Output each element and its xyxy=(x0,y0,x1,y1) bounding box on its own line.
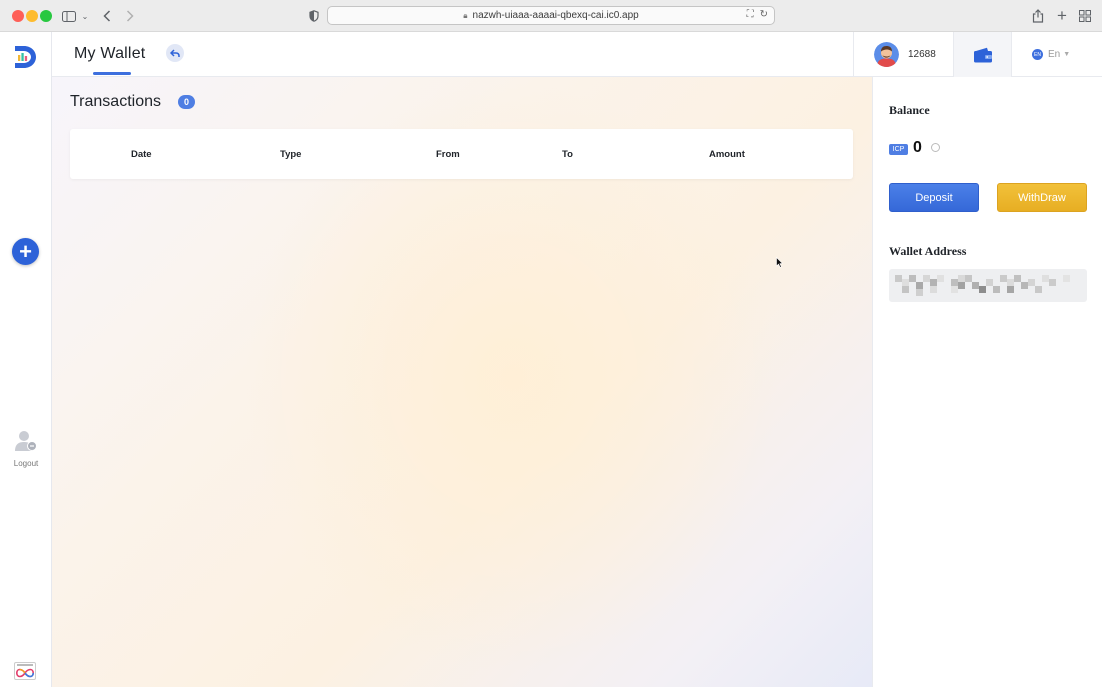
chevron-down-icon: ▼ xyxy=(1063,51,1071,58)
language-flag-icon: EN xyxy=(1032,49,1043,60)
sidebar: + Logout xyxy=(0,32,52,687)
transactions-table: Date Type From To Amount xyxy=(70,129,853,179)
sidebar-toggle-icon[interactable] xyxy=(62,7,76,25)
currency-tag: ICP xyxy=(889,144,908,155)
privacy-shield-icon[interactable] xyxy=(308,7,320,25)
back-arrow-icon[interactable] xyxy=(101,7,113,25)
user-avatar-icon xyxy=(874,42,899,67)
logout-button[interactable]: Logout xyxy=(4,430,48,468)
share-icon[interactable] xyxy=(1031,7,1045,25)
avatar[interactable] xyxy=(874,42,899,67)
back-button[interactable] xyxy=(166,44,184,62)
undo-arrow-icon xyxy=(170,48,180,57)
close-window-button[interactable] xyxy=(12,10,24,22)
wallet-panel: Balance ICP 0 Deposit WithDraw Wallet Ad… xyxy=(872,77,1102,687)
transactions-title: Transactions xyxy=(70,93,161,110)
pixelated-address-image xyxy=(895,275,1070,296)
logout-user-icon xyxy=(15,431,37,451)
column-header-from: From xyxy=(436,149,460,160)
top-header: My Wallet 12688 EN En ▼ xyxy=(52,32,1102,77)
balance-value: 0 xyxy=(913,139,922,156)
column-header-date: Date xyxy=(131,149,152,160)
app-window: + Logout My Wallet 12688 EN En ▼ Transac… xyxy=(0,32,1102,687)
language-label: En xyxy=(1048,49,1061,60)
deposit-button[interactable]: Deposit xyxy=(889,183,979,212)
app-logo-icon[interactable] xyxy=(12,44,38,70)
user-profile[interactable]: 12688 xyxy=(853,32,953,77)
reload-icon[interactable]: ↻ xyxy=(760,9,768,20)
address-bar[interactable]: 🔒︎ nazwh-uiaaa-aaaai-qbexq-cai.ic0.app ⛶… xyxy=(327,6,775,25)
plus-icon: + xyxy=(19,238,32,264)
chevron-down-icon[interactable]: ⌄ xyxy=(80,7,90,25)
column-header-amount: Amount xyxy=(709,149,745,160)
user-id: 12688 xyxy=(908,49,936,60)
new-tab-icon[interactable]: + xyxy=(1055,6,1069,25)
transactions-count-badge: 0 xyxy=(178,95,195,109)
withdraw-button[interactable]: WithDraw xyxy=(997,183,1087,212)
internet-computer-badge[interactable] xyxy=(14,662,36,680)
column-header-to: To xyxy=(562,149,573,160)
wallet-address-label: Wallet Address xyxy=(889,244,967,258)
main-content: Transactions 0 Date Type From To Amount xyxy=(52,77,872,687)
maximize-window-button[interactable] xyxy=(40,10,52,22)
browser-toolbar: ⌄ 🔒︎ nazwh-uiaaa-aaaai-qbexq-cai.ic0.app… xyxy=(0,0,1102,32)
language-selector[interactable]: EN En ▼ xyxy=(1012,32,1102,77)
url-text: nazwh-uiaaa-aaaai-qbexq-cai.ic0.app xyxy=(472,10,639,21)
lock-icon: 🔒︎ xyxy=(463,10,468,20)
refresh-balance-icon[interactable] xyxy=(931,143,940,152)
forward-arrow-icon[interactable] xyxy=(124,7,136,25)
mouse-cursor-icon xyxy=(776,257,783,268)
infinity-logo-icon xyxy=(16,668,34,678)
wallet-icon xyxy=(973,47,992,62)
title-underline xyxy=(93,72,131,75)
tab-overview-icon[interactable] xyxy=(1078,7,1092,25)
page-title: My Wallet xyxy=(74,45,146,62)
wallet-tab[interactable] xyxy=(953,32,1012,77)
logout-label: Logout xyxy=(13,459,39,468)
column-header-type: Type xyxy=(280,149,302,160)
balance-label: Balance xyxy=(889,103,930,117)
header-actions: 12688 EN En ▼ xyxy=(853,32,1102,77)
add-button[interactable]: + xyxy=(12,238,39,265)
translate-icon[interactable]: ⛶ xyxy=(747,9,754,20)
wallet-address-field[interactable] xyxy=(889,269,1087,302)
minimize-window-button[interactable] xyxy=(26,10,38,22)
